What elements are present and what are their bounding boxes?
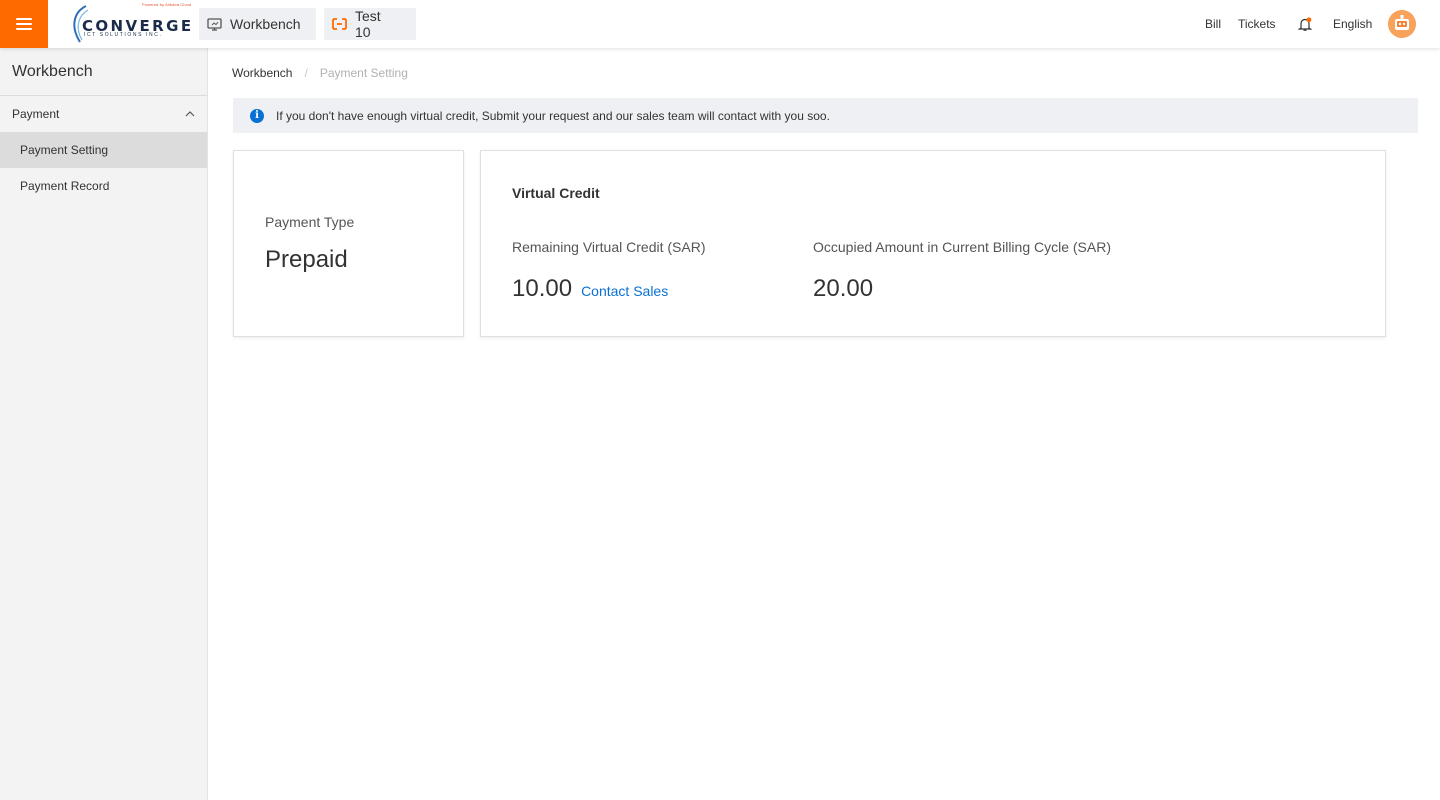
logo-powered-by: Powered by Alibaba Cloud xyxy=(142,2,192,7)
info-notice: i If you don't have enough virtual credi… xyxy=(233,98,1418,133)
language-selector[interactable]: English xyxy=(1333,0,1372,48)
sidebar-group-payment[interactable]: Payment xyxy=(0,96,207,132)
bell-icon xyxy=(1298,16,1312,31)
sidebar-group-label: Payment xyxy=(12,107,60,121)
logo[interactable]: Powered by Alibaba Cloud CONVERGE ICT SO… xyxy=(70,2,191,44)
occupied-amount-label: Occupied Amount in Current Billing Cycle… xyxy=(813,239,1112,255)
tab-workbench-label: Workbench xyxy=(230,16,301,32)
virtual-credit-title: Virtual Credit xyxy=(512,185,600,201)
nav-bill-link[interactable]: Bill xyxy=(1205,0,1221,48)
payment-type-card: Payment Type Prepaid xyxy=(233,150,464,337)
info-icon: i xyxy=(250,108,264,123)
contact-sales-link[interactable]: Contact Sales xyxy=(581,283,668,299)
tab-workbench[interactable]: Workbench xyxy=(199,8,316,40)
payment-type-value: Prepaid xyxy=(265,246,348,273)
menu-button[interactable] xyxy=(0,0,48,48)
user-avatar-icon xyxy=(1388,10,1416,38)
cloud-bracket-icon xyxy=(332,18,347,30)
tab-test-10[interactable]: Test 10 xyxy=(324,8,416,40)
breadcrumb: Workbench / Payment Setting xyxy=(232,66,408,80)
logo-brand-sub: ICT SOLUTIONS INC. xyxy=(84,32,163,38)
tab-test-10-label: Test 10 xyxy=(355,8,381,40)
info-notice-text: If you don't have enough virtual credit,… xyxy=(276,108,830,123)
avatar[interactable] xyxy=(1388,10,1416,38)
chevron-up-icon xyxy=(185,111,195,117)
virtual-credit-card: Virtual Credit Remaining Virtual Credit … xyxy=(480,150,1386,337)
sidebar-item-payment-record[interactable]: Payment Record xyxy=(0,168,207,204)
breadcrumb-separator: / xyxy=(304,66,308,80)
sidebar: Workbench Payment Payment Setting Paymen… xyxy=(0,48,208,800)
occupied-amount-section: Occupied Amount in Current Billing Cycle… xyxy=(813,239,1111,303)
monitor-icon xyxy=(207,17,222,31)
payment-type-label: Payment Type xyxy=(265,214,355,230)
sidebar-item-label: Payment Setting xyxy=(20,143,109,157)
hamburger-icon xyxy=(16,18,32,30)
breadcrumb-workbench-link[interactable]: Workbench xyxy=(232,66,292,80)
main-content: Workbench / Payment Setting i If you don… xyxy=(208,48,1440,800)
sidebar-item-label: Payment Record xyxy=(20,179,110,193)
remaining-credit-value: 10.00 xyxy=(512,275,573,302)
remaining-credit-label: Remaining Virtual Credit (SAR) xyxy=(512,239,706,255)
breadcrumb-current: Payment Setting xyxy=(319,66,408,80)
sidebar-title: Workbench xyxy=(0,48,207,96)
occupied-amount-value: 20.00 xyxy=(813,275,874,302)
nav-tickets-link[interactable]: Tickets xyxy=(1238,0,1276,48)
sidebar-item-payment-setting[interactable]: Payment Setting xyxy=(0,132,207,168)
top-bar: Powered by Alibaba Cloud CONVERGE ICT SO… xyxy=(0,0,1440,48)
remaining-credit-section: Remaining Virtual Credit (SAR) 10.00 Con… xyxy=(512,239,705,303)
notifications-button[interactable] xyxy=(1298,0,1312,48)
